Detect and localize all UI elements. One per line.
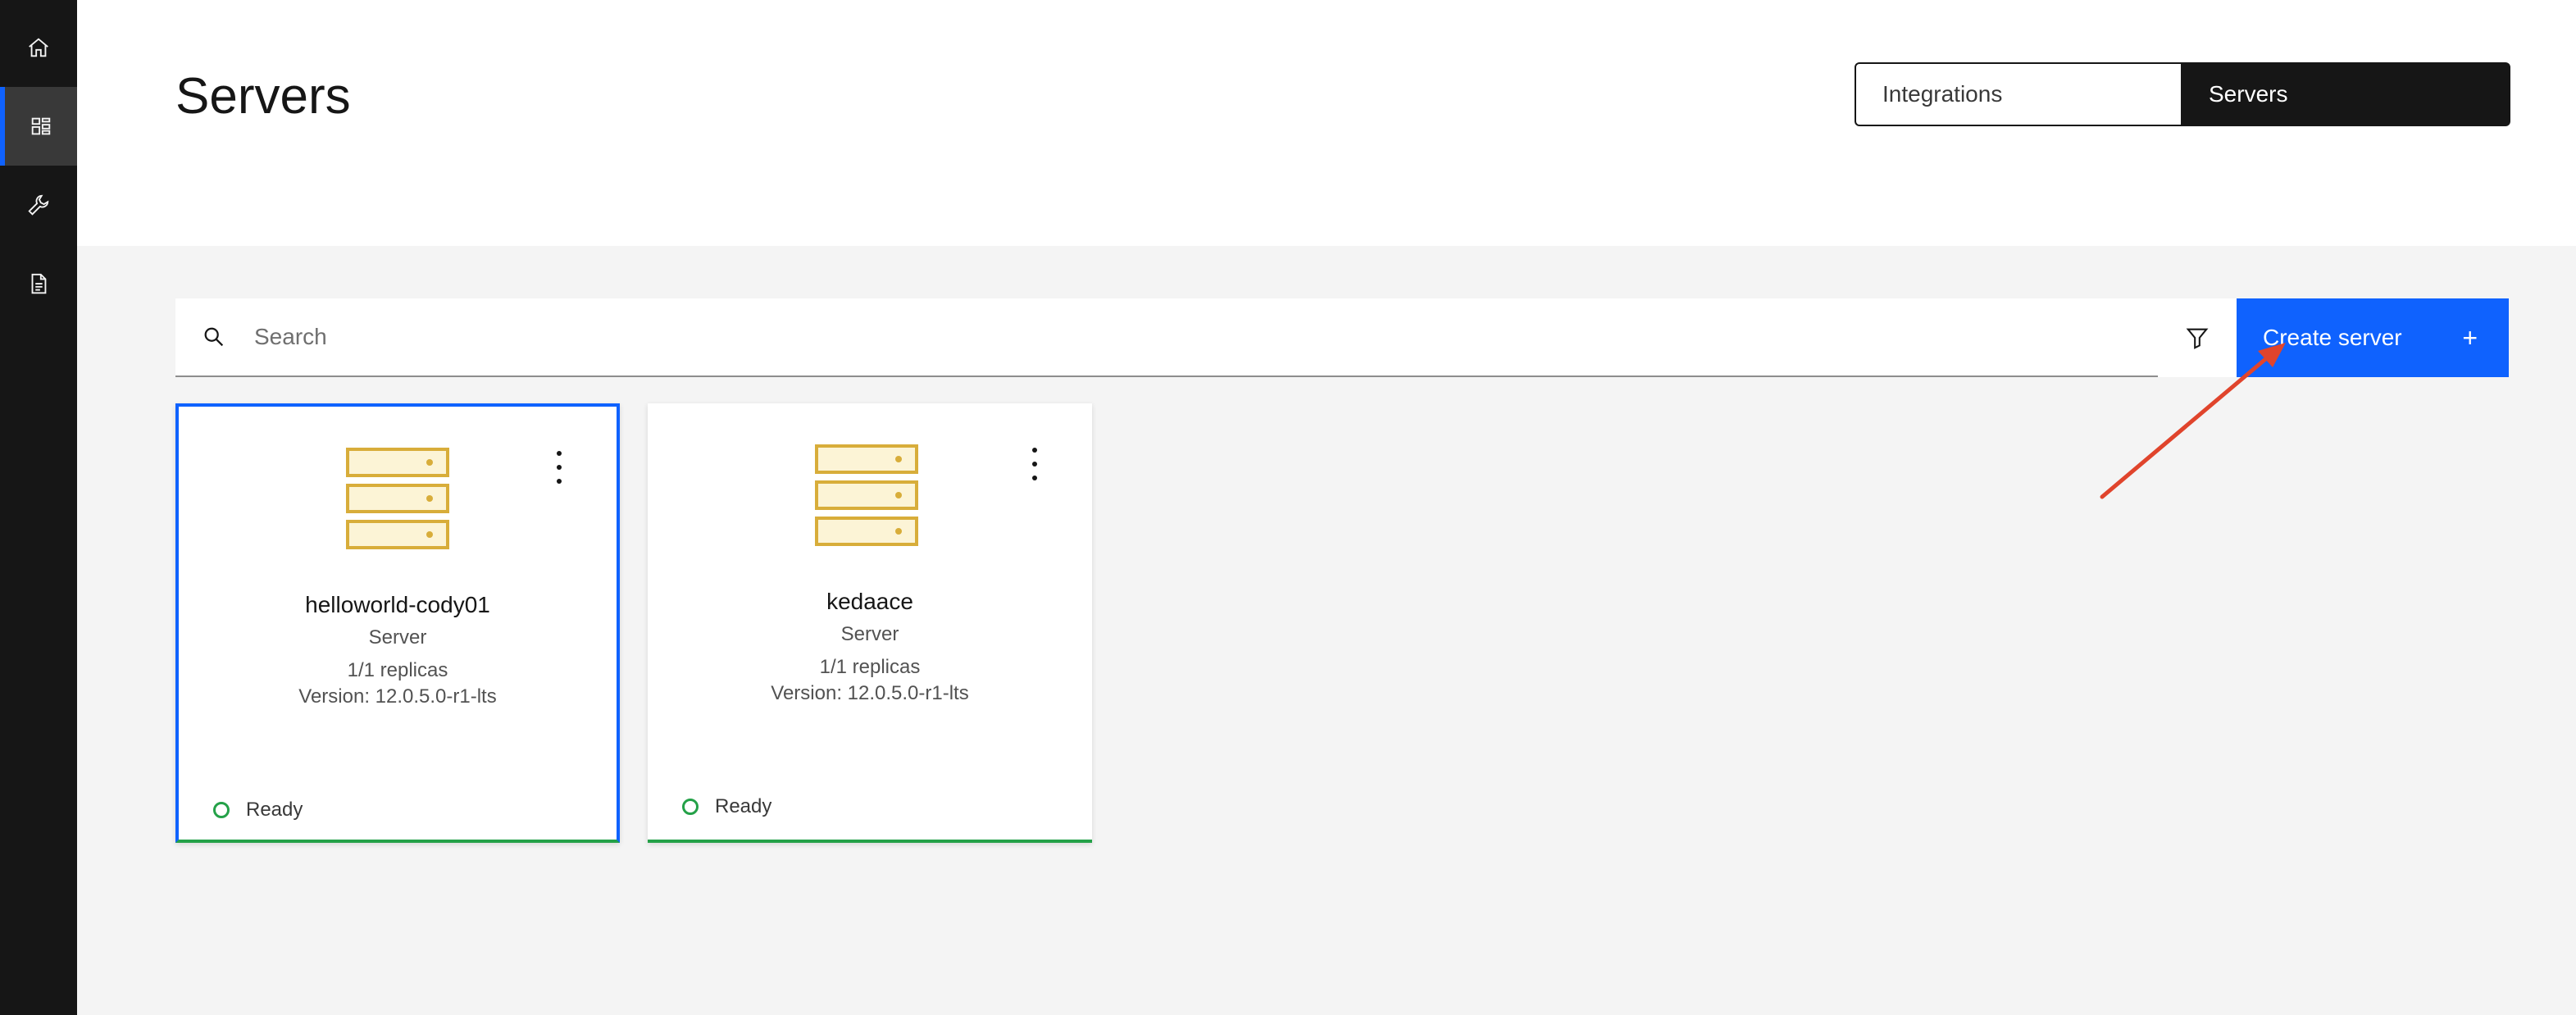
rail-item-dashboard[interactable] — [0, 87, 77, 166]
server-card[interactable]: kedaace Server 1/1 replicas Version: 12.… — [648, 403, 1092, 843]
overflow-menu-icon[interactable] — [1025, 448, 1045, 480]
plus-icon: + — [2462, 323, 2478, 353]
rail-item-home[interactable] — [0, 8, 77, 87]
status-badge: Ready — [682, 795, 771, 818]
server-icon — [815, 444, 918, 546]
home-icon — [29, 38, 48, 57]
create-server-label: Create server — [2263, 325, 2402, 350]
filter-icon — [2186, 328, 2209, 349]
rail-item-tools[interactable] — [0, 166, 77, 244]
filter-button[interactable] — [2158, 298, 2237, 377]
status-label: Ready — [715, 795, 772, 817]
search-bar — [175, 298, 2158, 377]
wrench-icon — [28, 194, 49, 216]
server-icon — [346, 448, 449, 549]
server-card[interactable]: helloworld-cody01 Server 1/1 replicas Ve… — [175, 403, 620, 843]
create-server-button[interactable]: Create server + — [2237, 298, 2509, 377]
dashboard-icon — [31, 117, 51, 135]
status-ready-icon — [682, 799, 699, 815]
card-version: Version: 12.0.5.0-r1-lts — [771, 682, 969, 704]
card-type: Server — [368, 626, 427, 649]
card-replicas: 1/1 replicas — [819, 656, 921, 678]
overflow-menu-icon[interactable] — [549, 451, 569, 484]
search-icon — [175, 325, 253, 349]
page-header: Servers Integrations Servers — [77, 0, 2576, 246]
switcher-integrations-button[interactable]: Integrations — [1855, 62, 2182, 126]
page-title: Servers — [175, 68, 351, 125]
card-name: kedaace — [826, 589, 913, 614]
card-type: Server — [840, 623, 899, 645]
rail-item-documents[interactable] — [0, 244, 77, 323]
status-ready-icon — [213, 802, 230, 818]
card-name: helloworld-cody01 — [305, 592, 490, 617]
side-rail — [0, 0, 77, 1015]
card-replicas: 1/1 replicas — [347, 659, 448, 681]
switcher-servers-button[interactable]: Servers — [2182, 62, 2510, 126]
status-label: Ready — [246, 799, 303, 821]
card-version: Version: 12.0.5.0-r1-lts — [298, 685, 497, 708]
search-input[interactable] — [253, 299, 2158, 375]
content-switcher: Integrations Servers — [1855, 62, 2510, 126]
document-icon — [31, 273, 47, 294]
status-badge: Ready — [213, 799, 303, 822]
